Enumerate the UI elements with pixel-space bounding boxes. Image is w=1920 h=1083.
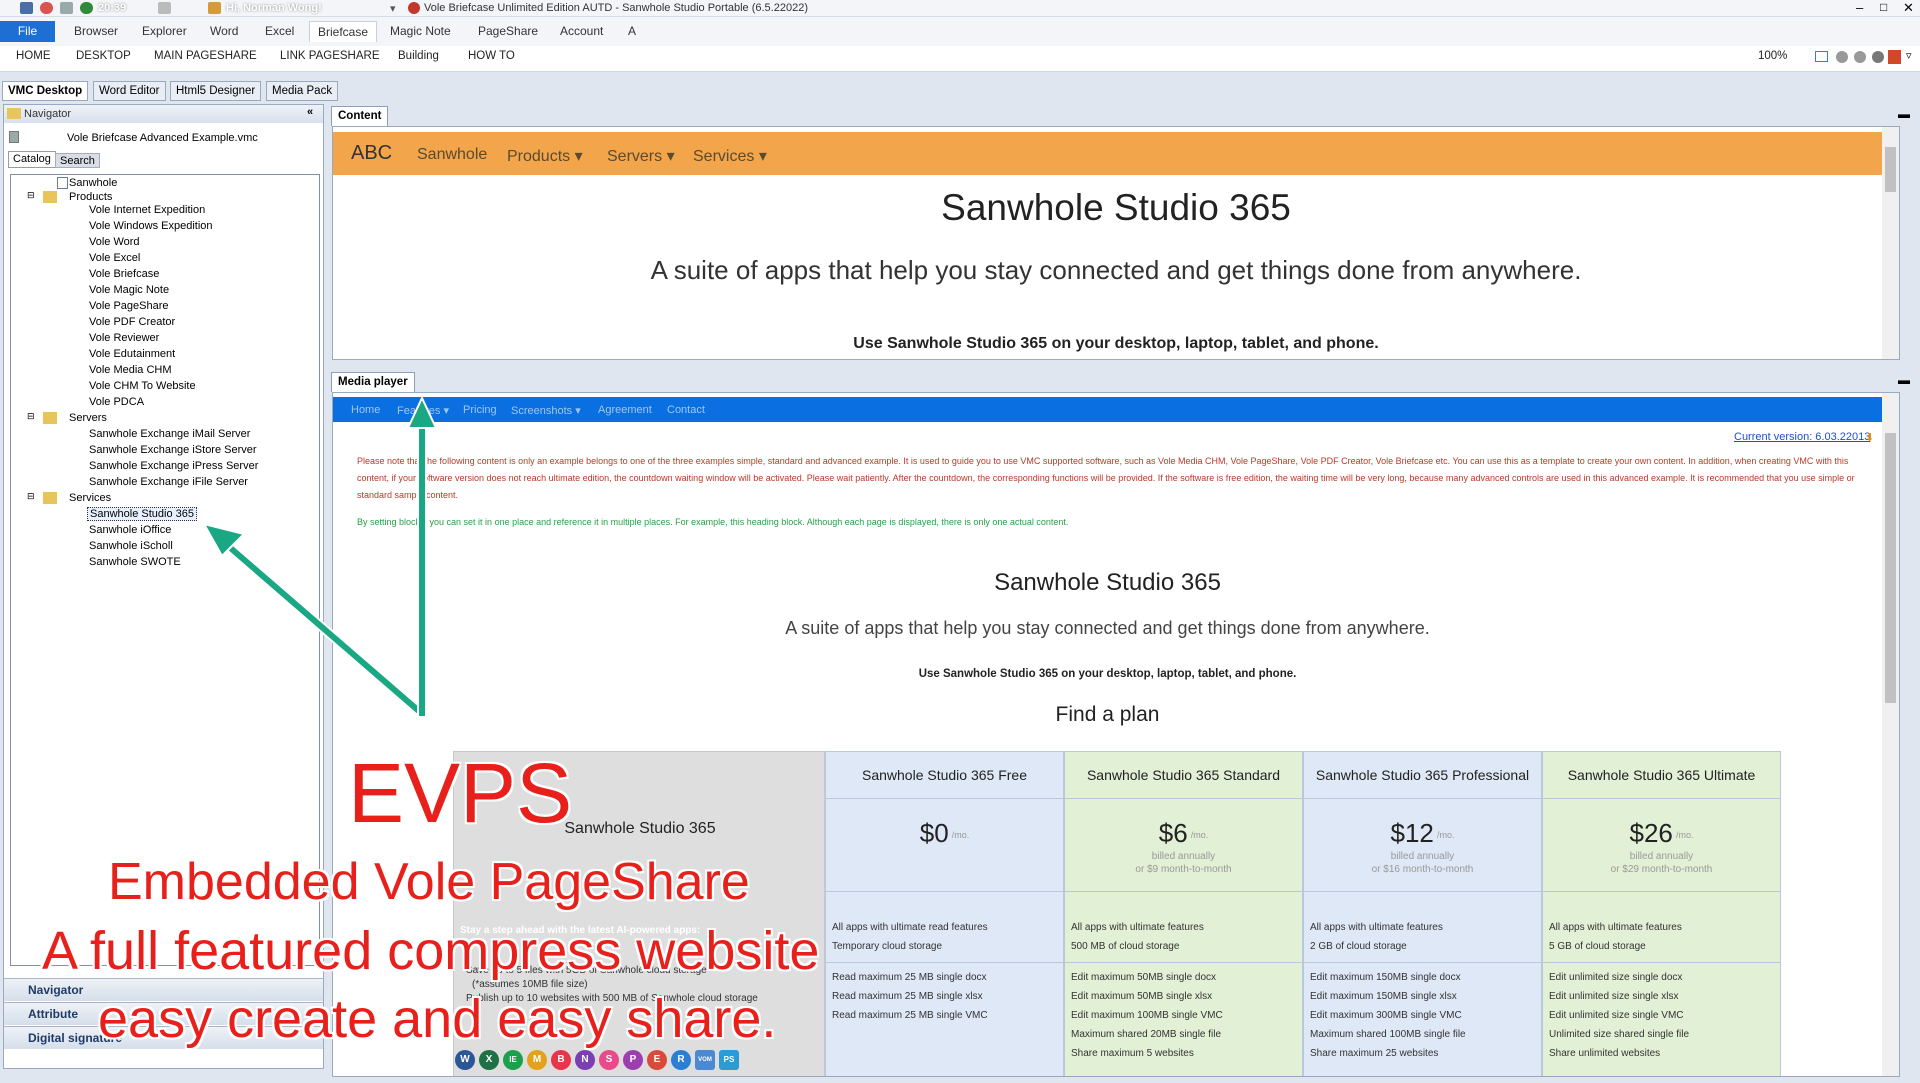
overlay-line-3: easy create and easy share.: [98, 989, 777, 1049]
arrowhead-features: [406, 395, 438, 429]
arrow-to-tree: [210, 529, 422, 715]
overlay-big-title: EVPS: [348, 746, 573, 840]
overlay-line-1: Embedded Vole PageShare: [108, 853, 750, 911]
overlay-line-2: A full featured compress website: [42, 921, 820, 981]
